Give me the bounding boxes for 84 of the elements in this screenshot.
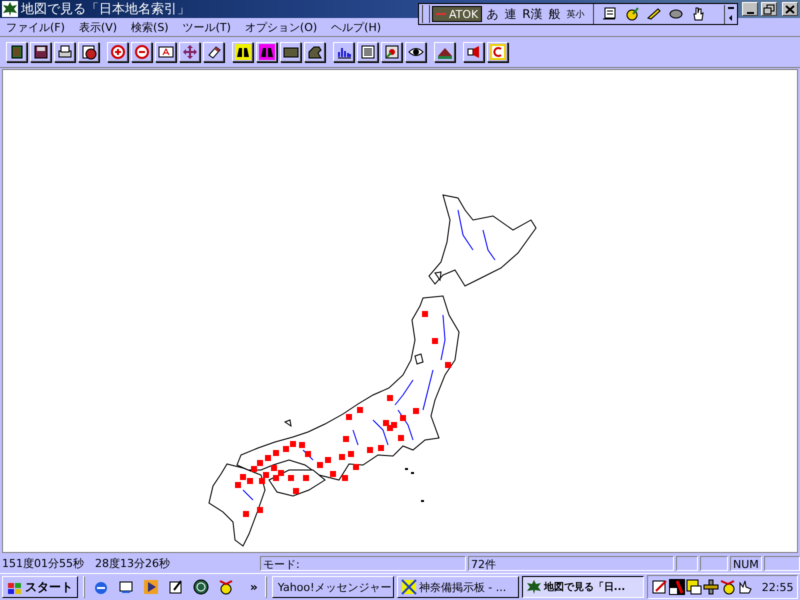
clock-text: 22:55 [762, 580, 794, 594]
calendar-icon [668, 579, 685, 595]
minimize-button[interactable] [742, 2, 758, 16]
count-text: 72件 [468, 556, 674, 570]
speaker-button[interactable] [463, 42, 484, 62]
grip-handle[interactable] [422, 5, 430, 23]
window-title: 地図で見る「日本地名索引」 [21, 1, 190, 18]
taskbar-button[interactable]: Yahoo!メッセンジャー [272, 576, 394, 598]
smiley-icon [218, 579, 234, 595]
cross-pattern-icon [400, 579, 417, 595]
eraser-button[interactable] [203, 42, 224, 62]
ime-mode-button[interactable]: ATOK [432, 6, 482, 22]
mountain-button[interactable] [434, 42, 455, 62]
menu-item[interactable]: ヘルプ(H) [331, 20, 382, 34]
mode-text: モード: [260, 556, 466, 570]
move-arrows-button[interactable] [179, 42, 200, 62]
taskbar-button[interactable]: 地図で見る「日... [522, 576, 644, 598]
zoom-out-button[interactable] [131, 42, 152, 62]
ime-button[interactable]: あ [484, 6, 500, 22]
ime-button[interactable]: R漢 [520, 6, 545, 22]
coordinates-text: 151度01分55秒 28度13分26秒 [1, 556, 171, 570]
dash-icon [436, 10, 446, 18]
pencil-icon [652, 579, 668, 595]
bar-chart-button[interactable] [333, 42, 354, 62]
notepad-icon [168, 579, 184, 595]
leaf-icon [526, 579, 542, 595]
more-button[interactable]: » [248, 580, 260, 594]
collapse-button[interactable] [727, 14, 735, 24]
menu-item[interactable]: 表示(V) [78, 20, 118, 34]
play-icon [143, 579, 159, 595]
menu-item[interactable]: 検索(S) [131, 20, 169, 34]
disk-button[interactable] [30, 42, 51, 62]
text-label-icon [158, 44, 174, 60]
menu-item[interactable]: ファイル(F) [6, 20, 65, 34]
zoom-in-icon [110, 44, 126, 60]
ime-button[interactable]: 英小 [564, 8, 587, 20]
eraser-icon [206, 44, 222, 60]
book-icon [8, 44, 24, 60]
minimize-icon [746, 12, 754, 14]
desktop-icon [118, 579, 134, 595]
restore-button[interactable] [761, 2, 777, 16]
document-icon [360, 44, 376, 60]
binoculars-icon [258, 44, 274, 60]
menu-item[interactable]: ツール(T) [182, 20, 231, 34]
plug-icon [702, 579, 719, 595]
pen-icon [624, 6, 640, 22]
status-pane [764, 556, 800, 570]
eye-button[interactable] [405, 42, 426, 62]
map-pin-button[interactable] [381, 42, 402, 62]
move-arrows-icon [182, 44, 198, 60]
start-button[interactable]: スタート [2, 576, 78, 598]
window-icon [686, 579, 702, 595]
book-button[interactable] [6, 42, 27, 62]
binoculars-button[interactable] [232, 42, 253, 62]
copyright-button[interactable] [487, 42, 508, 62]
map-pin-icon [384, 44, 400, 60]
status-pane [700, 556, 728, 570]
shape-button[interactable] [304, 42, 325, 62]
num-lock-indicator: NUM [730, 556, 762, 570]
pencil-icon [646, 6, 662, 22]
close-button[interactable] [782, 2, 798, 16]
shape-icon [306, 44, 322, 60]
status-pane [676, 556, 698, 570]
copyright-icon [490, 44, 506, 60]
restore-icon [762, 2, 776, 16]
document-button[interactable] [357, 42, 378, 62]
ime-button[interactable]: 連 [502, 6, 518, 22]
zoom-out-icon [134, 44, 150, 60]
rectangle-button[interactable] [280, 42, 301, 62]
close-icon [783, 2, 797, 16]
memo-icon [602, 6, 618, 22]
binoculars-icon [234, 44, 250, 60]
printer-button[interactable] [54, 42, 75, 62]
ime-button[interactable]: 般 [546, 6, 563, 22]
text-label-button[interactable] [155, 42, 176, 62]
speaker-icon [466, 44, 482, 60]
binoculars-button[interactable] [256, 42, 277, 62]
printer-icon [56, 44, 72, 60]
menu-item[interactable]: オプション(O) [244, 20, 318, 34]
smiley-icon [720, 579, 736, 595]
taskbar-button[interactable]: 神奈備掲示板 - ... [396, 576, 519, 598]
leaf-icon [2, 1, 18, 17]
triangle-icon [727, 14, 735, 20]
zoom-in-button[interactable] [107, 42, 128, 62]
